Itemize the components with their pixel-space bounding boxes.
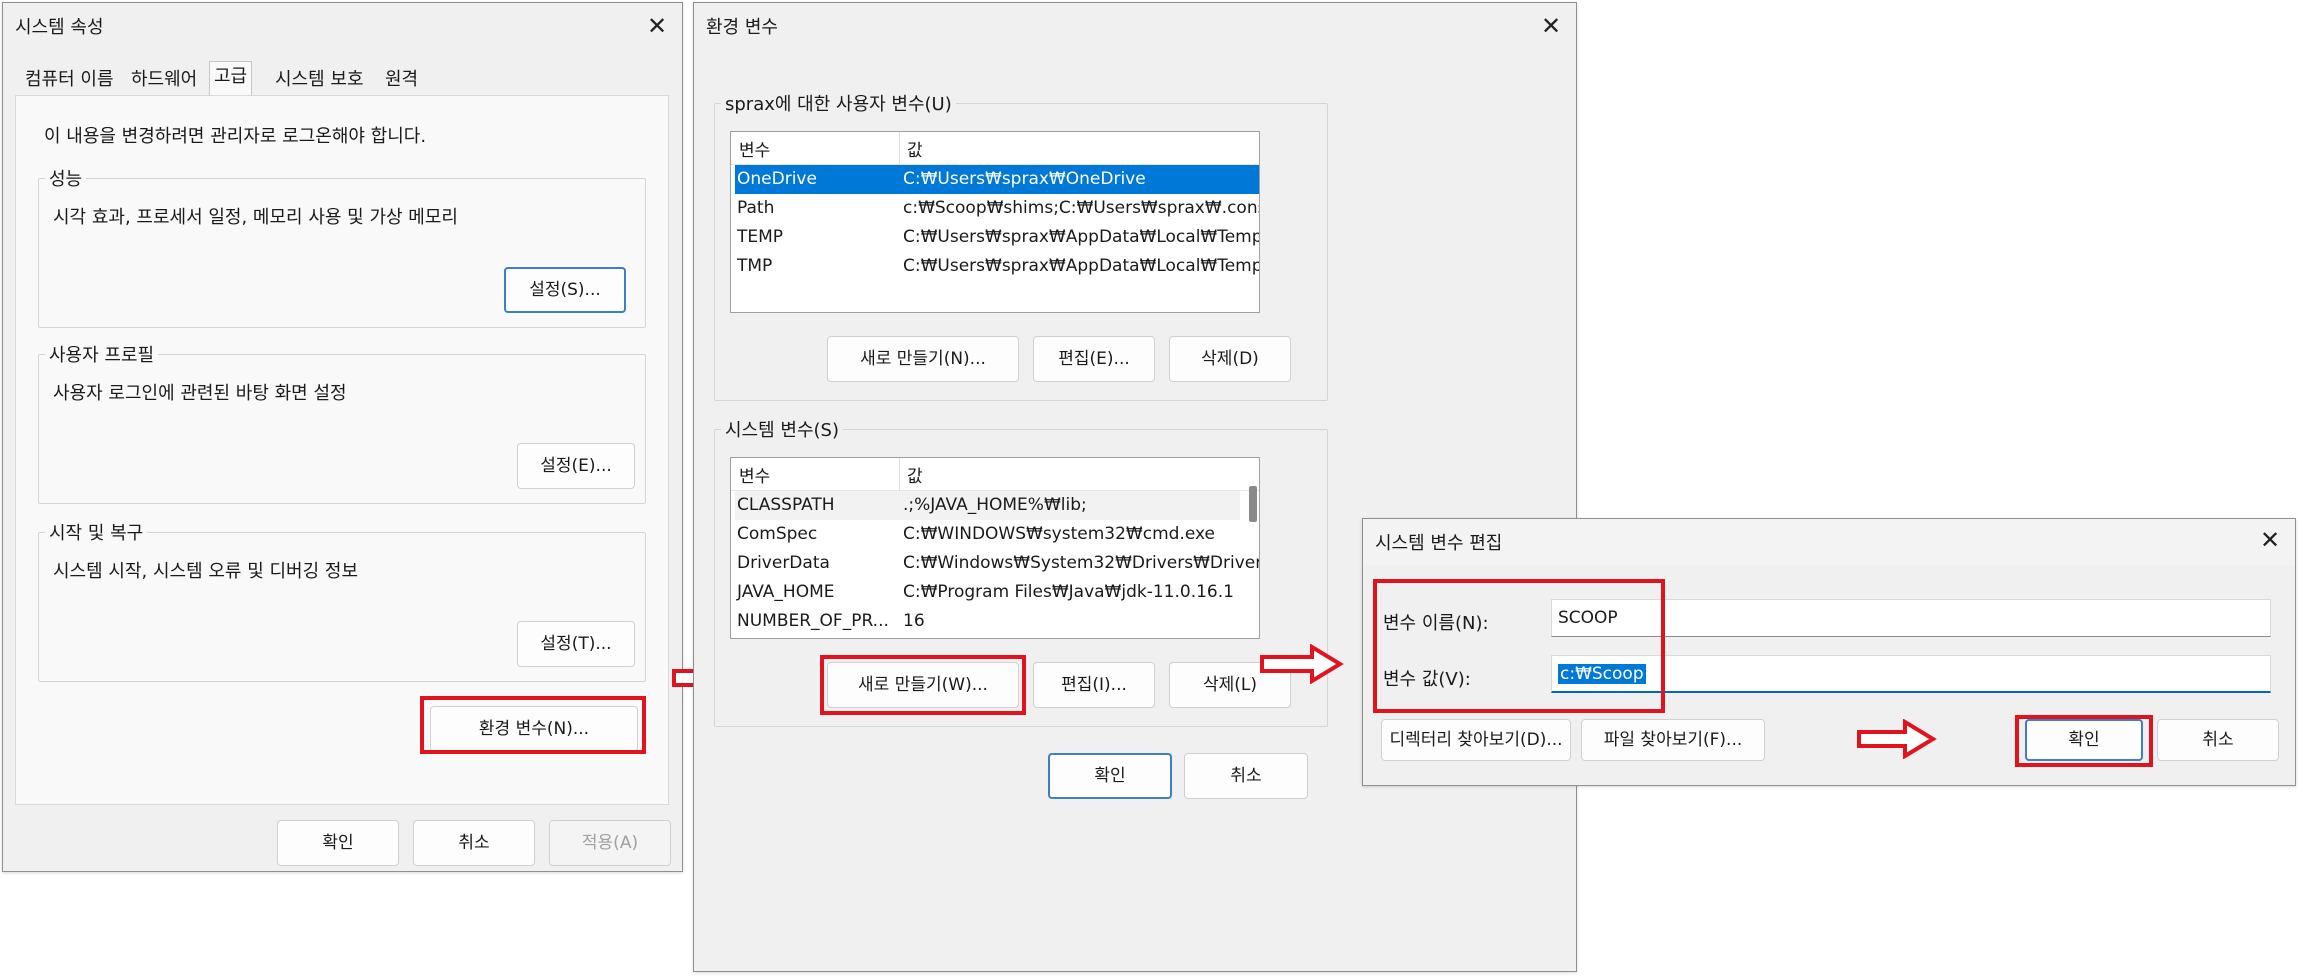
system-new-button[interactable]: 새로 만들기(W)... <box>827 662 1019 708</box>
user-profile-desc: 사용자 로그인에 관련된 바탕 화면 설정 <box>53 383 347 404</box>
environment-variables-button[interactable]: 환경 변수(N)... <box>430 706 638 752</box>
user-variables-label: sprax에 대한 사용자 변수(U) <box>721 90 956 116</box>
list-item-tmp[interactable]: TMP C:₩Users₩sprax₩AppData₩Local₩Temp <box>735 252 1259 281</box>
list-item-classpath[interactable]: CLASSPATH .;%JAVA_HOME%₩lib; <box>735 491 1240 520</box>
cancel-button[interactable]: 취소 <box>1184 753 1308 799</box>
user-edit-button[interactable]: 편집(E)... <box>1033 336 1155 382</box>
list-item-java-home[interactable]: JAVA_HOME C:₩Program Files₩Java₩jdk-11.0… <box>735 578 1240 607</box>
selected-value-text: c:₩Scoop <box>1558 664 1646 684</box>
browse-directory-button[interactable]: 디렉터리 찾아보기(D)... <box>1381 719 1571 761</box>
tab-remote[interactable]: 원격 <box>381 65 422 95</box>
edit-system-variable-window: 시스템 변수 편집 ✕ 변수 이름(N): SCOOP 변수 값(V): c:₩… <box>1362 518 2296 786</box>
list-header: 변수 값 <box>731 458 1259 491</box>
admin-notice: 이 내용을 변경하려면 관리자로 로그온해야 합니다. <box>44 126 427 147</box>
environment-variables-window: 환경 변수 ✕ sprax에 대한 사용자 변수(U) 변수 값 OneDriv… <box>693 2 1577 972</box>
tab-system-protection[interactable]: 시스템 보호 <box>271 65 368 95</box>
col-var-header[interactable]: 변수 <box>739 136 770 161</box>
list-item-driverdata[interactable]: DriverData C:₩Windows₩System32₩Drivers₩D… <box>735 549 1259 578</box>
close-icon[interactable]: ✕ <box>642 11 672 41</box>
user-profile-label: 사용자 프로필 <box>45 341 159 367</box>
performance-desc: 시각 효과, 프로세서 일정, 메모리 사용 및 가상 메모리 <box>53 207 458 228</box>
apply-button: 적용(A) <box>549 820 671 866</box>
tab-computer-name[interactable]: 컴퓨터 이름 <box>21 65 118 95</box>
ok-button[interactable]: 확인 <box>1048 753 1172 799</box>
scrollbar-thumb[interactable] <box>1249 486 1257 522</box>
startup-recovery-settings-button[interactable]: 설정(T)... <box>517 621 635 667</box>
window-title: 시스템 속성 <box>15 17 104 38</box>
close-icon[interactable]: ✕ <box>1536 11 1566 41</box>
cancel-button[interactable]: 취소 <box>2157 719 2279 761</box>
user-variables-group: sprax에 대한 사용자 변수(U) 변수 값 OneDrive C:₩Use… <box>714 90 1328 401</box>
startup-recovery-group: 시작 및 복구 시스템 시작, 시스템 오류 및 디버깅 정보 설정(T)... <box>38 519 646 682</box>
list-header: 변수 값 <box>731 132 1259 165</box>
titlebar[interactable]: 시스템 변수 편집 ✕ <box>1363 519 2295 565</box>
system-variables-group: 시스템 변수(S) 변수 값 CLASSPATH .;%JAVA_HOME%₩l… <box>714 416 1328 727</box>
ok-button[interactable]: 확인 <box>2025 719 2143 761</box>
arrow-right-icon <box>1260 644 1344 684</box>
user-new-button[interactable]: 새로 만들기(N)... <box>827 336 1019 382</box>
variable-name-input[interactable]: SCOOP <box>1551 599 2271 637</box>
window-title: 환경 변수 <box>706 17 778 38</box>
titlebar[interactable]: 시스템 속성 ✕ <box>3 3 682 53</box>
list-item-path[interactable]: Path c:₩Scoop₩shims;C:₩Users₩sprax₩.cons… <box>735 194 1259 223</box>
system-variables-label: 시스템 변수(S) <box>721 416 843 442</box>
col-var-header[interactable]: 변수 <box>739 462 770 487</box>
list-item-comspec[interactable]: ComSpec C:₩WINDOWS₩system32₩cmd.exe <box>735 520 1240 549</box>
performance-label: 성능 <box>45 165 87 191</box>
ok-button[interactable]: 확인 <box>277 820 399 866</box>
startup-recovery-desc: 시스템 시작, 시스템 오류 및 디버깅 정보 <box>53 561 359 582</box>
list-item-temp[interactable]: TEMP C:₩Users₩sprax₩AppData₩Local₩Temp <box>735 223 1259 252</box>
tab-advanced[interactable]: 고급 <box>209 61 253 97</box>
variable-value-label: 변수 값(V): <box>1383 669 1471 690</box>
startup-recovery-label: 시작 및 복구 <box>45 519 148 545</box>
list-item-onedrive[interactable]: OneDrive C:₩Users₩sprax₩OneDrive <box>735 165 1259 194</box>
cancel-button[interactable]: 취소 <box>413 820 535 866</box>
performance-settings-button[interactable]: 설정(S)... <box>504 267 626 313</box>
system-variables-list[interactable]: 변수 값 CLASSPATH .;%JAVA_HOME%₩lib; ComSpe… <box>730 457 1260 639</box>
window-title: 시스템 변수 편집 <box>1375 533 1503 554</box>
user-profile-group: 사용자 프로필 사용자 로그인에 관련된 바탕 화면 설정 설정(E)... <box>38 341 646 504</box>
col-val-header[interactable]: 값 <box>907 462 923 487</box>
tab-hardware[interactable]: 하드웨어 <box>127 65 201 95</box>
browse-file-button[interactable]: 파일 찾아보기(F)... <box>1581 719 1765 761</box>
advanced-tab-panel: 이 내용을 변경하려면 관리자로 로그온해야 합니다. 성능 시각 효과, 프로… <box>15 95 669 805</box>
user-profile-settings-button[interactable]: 설정(E)... <box>517 443 635 489</box>
user-delete-button[interactable]: 삭제(D) <box>1169 336 1291 382</box>
system-properties-window: 시스템 속성 ✕ 컴퓨터 이름 하드웨어 고급 시스템 보호 원격 이 내용을 … <box>2 2 683 872</box>
system-edit-button[interactable]: 편집(I)... <box>1033 662 1155 708</box>
col-val-header[interactable]: 값 <box>907 136 923 161</box>
user-variables-list[interactable]: 변수 값 OneDrive C:₩Users₩sprax₩OneDrive Pa… <box>730 131 1260 313</box>
close-icon[interactable]: ✕ <box>2255 525 2285 555</box>
arrow-right-icon <box>1857 719 1937 759</box>
titlebar[interactable]: 환경 변수 ✕ <box>694 3 1576 53</box>
variable-value-input[interactable]: c:₩Scoop <box>1551 655 2271 693</box>
list-item-number-of-processors[interactable]: NUMBER_OF_PR... 16 <box>735 607 1240 636</box>
performance-group: 성능 시각 효과, 프로세서 일정, 메모리 사용 및 가상 메모리 설정(S)… <box>38 165 646 328</box>
variable-name-label: 변수 이름(N): <box>1383 613 1489 634</box>
